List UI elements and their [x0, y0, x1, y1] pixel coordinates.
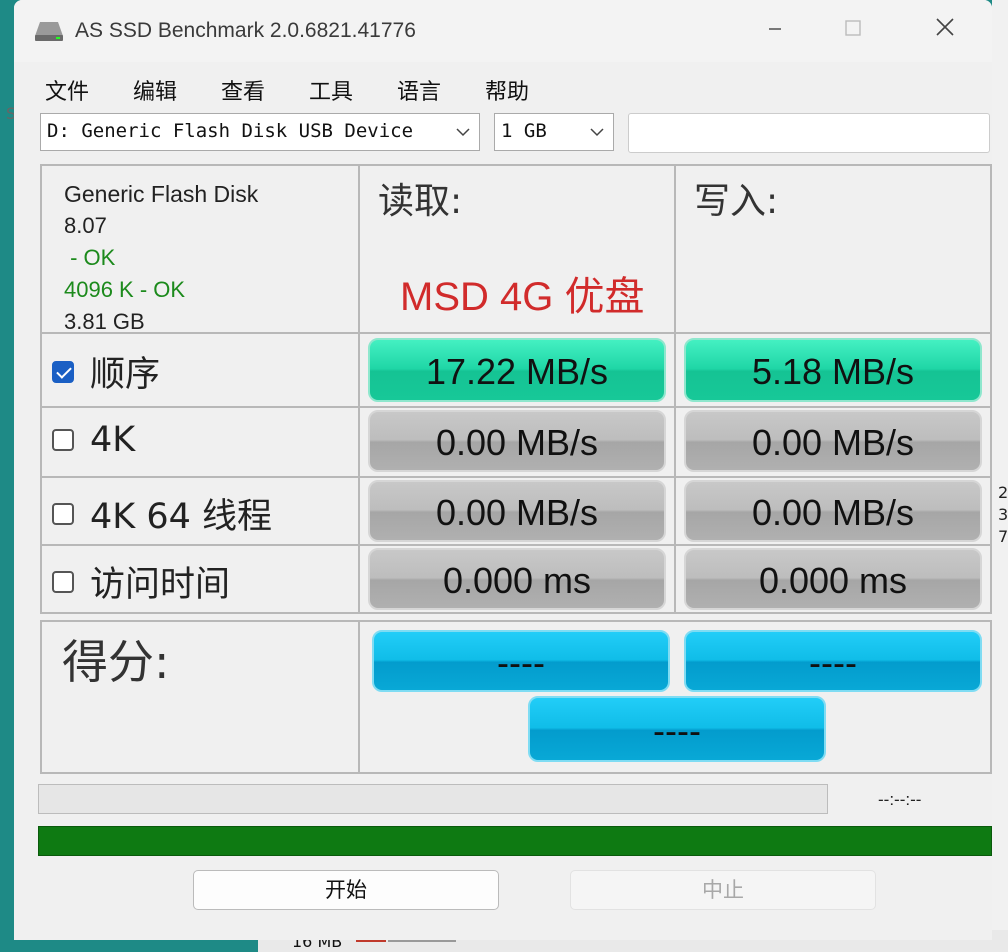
write-result-seq: 5.18 MB/s	[684, 338, 982, 402]
test-row-seq: 顺序	[40, 332, 360, 408]
menu-view[interactable]: 查看	[221, 74, 265, 106]
maximize-button[interactable]	[830, 12, 876, 50]
drive-icon	[35, 22, 63, 41]
disk-firmware: 8.07	[64, 213, 107, 238]
read-cell-seq: 17.22 MB/s	[358, 332, 676, 408]
test-label-4k[interactable]: 4K	[52, 420, 135, 460]
test-row-access: 访问时间	[40, 544, 360, 614]
app-window: AS SSD Benchmark 2.0.6821.41776 文件 编辑 查看…	[14, 0, 992, 940]
title-bar[interactable]: AS SSD Benchmark 2.0.6821.41776	[14, 0, 992, 62]
disk-name: Generic Flash Disk	[64, 181, 259, 207]
checkbox-seq[interactable]	[52, 360, 74, 383]
progress-bar	[38, 784, 828, 814]
read-result-seq: 17.22 MB/s	[368, 338, 666, 402]
checkbox-access[interactable]	[52, 570, 74, 593]
driver-status: - OK	[64, 245, 116, 270]
score-read: ----	[372, 630, 670, 692]
menu-language[interactable]: 语言	[397, 74, 441, 106]
start-button[interactable]: 开始	[193, 870, 499, 910]
drive-select-value: D: Generic Flash Disk USB Device	[47, 120, 414, 142]
drive-select[interactable]: D: Generic Flash Disk USB Device	[40, 113, 480, 151]
elapsed-time: --:--:--	[878, 790, 922, 809]
read-header: 读取:	[378, 181, 463, 222]
score-label-cell: 得分:	[40, 620, 360, 774]
read-cell-4k: 0.00 MB/s	[358, 406, 676, 478]
background-side-text: 2 3 7	[998, 483, 1008, 546]
read-result-4k64: 0.00 MB/s	[368, 480, 666, 542]
write-header-cell: 写入:	[674, 164, 992, 334]
status-bar	[38, 826, 992, 856]
score-total: ----	[528, 696, 826, 762]
close-button[interactable]	[922, 12, 968, 50]
write-cell-seq: 5.18 MB/s	[674, 332, 992, 408]
background-window-edge	[992, 0, 1008, 952]
size-select[interactable]: 1 GB	[494, 113, 614, 151]
test-name: 访问时间	[90, 565, 231, 605]
disk-info: Generic Flash Disk 8.07 - OK 4096 K - OK…	[64, 178, 258, 338]
test-label-4k64[interactable]: 4K 64 线程	[52, 488, 272, 539]
write-result-access: 0.000 ms	[684, 548, 982, 610]
menu-file[interactable]: 文件	[45, 74, 89, 106]
chevron-down-icon	[455, 118, 471, 151]
menu-help[interactable]: 帮助	[485, 74, 529, 106]
alignment-status: 4096 K - OK	[64, 277, 186, 302]
write-cell-access: 0.000 ms	[674, 544, 992, 614]
checkbox-4k64[interactable]	[52, 502, 74, 525]
close-icon	[936, 18, 954, 36]
menu-tools[interactable]: 工具	[309, 74, 353, 106]
score-values-cell: ---- ---- ----	[358, 620, 992, 774]
results-grid: Generic Flash Disk 8.07 - OK 4096 K - OK…	[40, 164, 992, 614]
write-cell-4k64: 0.00 MB/s	[674, 476, 992, 546]
minimize-icon	[769, 28, 781, 30]
read-result-4k: 0.00 MB/s	[368, 410, 666, 472]
stop-button[interactable]: 中止	[570, 870, 876, 910]
test-label-seq[interactable]: 顺序	[52, 346, 160, 397]
read-cell-access: 0.000 ms	[358, 544, 676, 614]
read-result-access: 0.000 ms	[368, 548, 666, 610]
disk-info-panel: Generic Flash Disk 8.07 - OK 4096 K - OK…	[40, 164, 360, 334]
minimize-button[interactable]	[752, 12, 798, 50]
write-cell-4k: 0.00 MB/s	[674, 406, 992, 478]
menu-edit[interactable]: 编辑	[133, 74, 177, 106]
score-label: 得分:	[62, 635, 170, 689]
test-name: 4K 64 线程	[90, 497, 273, 537]
window-title: AS SSD Benchmark 2.0.6821.41776	[75, 19, 416, 42]
menu-bar: 文件 编辑 查看 工具 语言 帮助	[14, 66, 992, 108]
chevron-down-icon	[589, 118, 605, 151]
test-name: 4K	[90, 420, 136, 460]
test-row-4k: 4K	[40, 406, 360, 478]
read-cell-4k64: 0.00 MB/s	[358, 476, 676, 546]
test-name: 顺序	[90, 355, 161, 395]
custom-field[interactable]	[628, 113, 990, 153]
write-result-4k64: 0.00 MB/s	[684, 480, 982, 542]
test-label-access[interactable]: 访问时间	[52, 556, 230, 607]
write-result-4k: 0.00 MB/s	[684, 410, 982, 472]
overlay-label: MSD 4G 优盘	[400, 275, 645, 319]
size-select-value: 1 GB	[501, 120, 547, 142]
maximize-icon	[845, 20, 861, 36]
checkbox-4k[interactable]	[52, 429, 74, 451]
write-header: 写入:	[694, 181, 779, 222]
score-write: ----	[684, 630, 982, 692]
test-row-4k64: 4K 64 线程	[40, 476, 360, 546]
